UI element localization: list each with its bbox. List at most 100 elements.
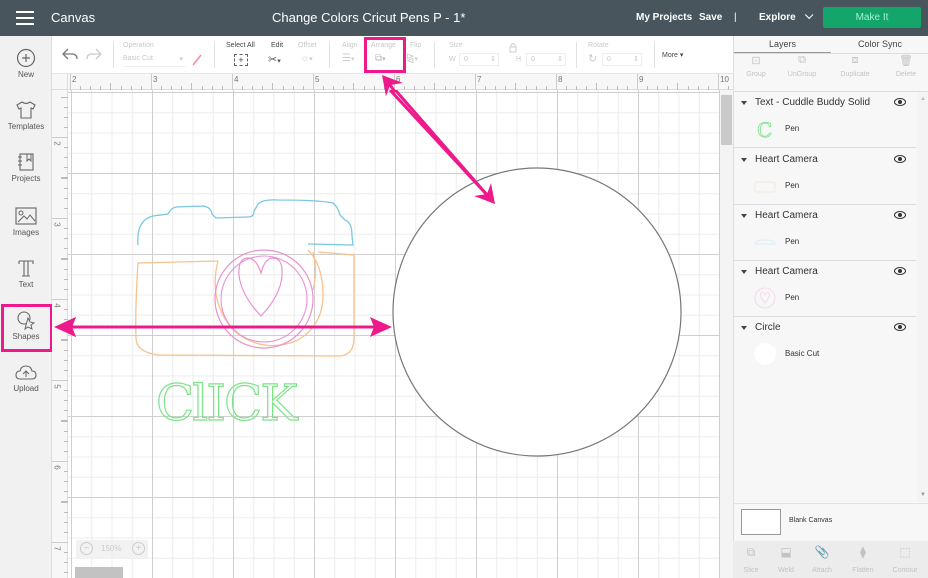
- zoom-out-button[interactable]: −: [80, 542, 93, 555]
- save-button[interactable]: Save: [699, 12, 722, 23]
- undo-icon[interactable]: [62, 47, 78, 61]
- ruler-minor-tick: [272, 83, 274, 90]
- offset-label: Offset: [298, 42, 317, 49]
- sidebar-item-new[interactable]: New: [0, 48, 52, 79]
- duplicate-icon: ⧈: [851, 54, 859, 66]
- offset-button[interactable]: ☼▾: [300, 53, 313, 64]
- operation-select[interactable]: Basic Cut ▾: [123, 55, 185, 67]
- sidebar-item-images[interactable]: Images: [0, 206, 52, 237]
- eye-icon[interactable]: [894, 155, 906, 163]
- caret-down-icon[interactable]: [741, 158, 747, 162]
- layer-item[interactable]: Heart Camera Pen: [734, 205, 916, 261]
- layer-item[interactable]: Circle Basic Cut: [734, 317, 916, 373]
- align-button[interactable]: ☰▾: [342, 53, 354, 64]
- layer-thumbnail-camera-top: [754, 239, 776, 245]
- weld-button[interactable]: Weld: [768, 567, 804, 574]
- eye-icon[interactable]: [894, 323, 906, 331]
- redo-icon[interactable]: [86, 47, 102, 61]
- notebook-icon: [18, 153, 34, 171]
- width-label: W: [449, 56, 456, 63]
- layer-name: Heart Camera: [755, 266, 818, 277]
- sidebar-item-label: Text: [18, 280, 34, 289]
- eye-icon[interactable]: [894, 98, 906, 106]
- sidebar-item-templates[interactable]: Templates: [0, 100, 52, 131]
- lock-icon[interactable]: [509, 43, 517, 53]
- edit-label: Edit: [271, 42, 284, 49]
- design-canvas[interactable]: ClICK: [68, 90, 720, 578]
- ruler-tick-label: 2: [72, 75, 77, 84]
- app-title: Canvas: [51, 10, 96, 25]
- camera-top-shape: [137, 199, 354, 246]
- arrange-highlight-box: [364, 37, 406, 73]
- more-label: More: [662, 52, 678, 59]
- layers-scrollbar[interactable]: ▲ ▼: [917, 92, 928, 502]
- caret-down-icon[interactable]: [741, 326, 747, 330]
- ruler-tick-label: 5: [52, 384, 62, 389]
- caret-down-icon[interactable]: [741, 101, 747, 105]
- attach-button[interactable]: Attach: [804, 567, 840, 574]
- blank-canvas-swatch[interactable]: [741, 509, 781, 535]
- layer-item[interactable]: Text - Cuddle Buddy Solid C Pen: [734, 92, 916, 148]
- layer-item[interactable]: Heart Camera Pen: [734, 261, 916, 317]
- pen-color-swatch-icon[interactable]: [192, 54, 202, 66]
- select-all-label: Select All: [226, 42, 255, 49]
- rotate-input[interactable]: 0 ⇕: [602, 53, 642, 66]
- tab-layers[interactable]: Layers: [769, 39, 796, 49]
- menu-icon[interactable]: [16, 11, 34, 25]
- ruler-major-tick: [556, 74, 557, 90]
- layer-name: Circle: [755, 322, 781, 333]
- select-all-button[interactable]: +: [234, 54, 248, 66]
- group-button[interactable]: ⊡ Group: [734, 54, 778, 78]
- zoom-in-button[interactable]: +: [132, 542, 145, 555]
- stepper-icon[interactable]: ⇕: [490, 54, 496, 65]
- eye-icon[interactable]: [894, 267, 906, 275]
- scroll-down-icon[interactable]: ▼: [920, 492, 926, 498]
- flip-button[interactable]: ⧎▾: [406, 53, 418, 64]
- canvas-vertical-scrollbar[interactable]: [721, 95, 732, 145]
- tab-color-sync[interactable]: Color Sync: [858, 39, 902, 49]
- flatten-button[interactable]: Flatten: [845, 567, 881, 574]
- layer-name: Heart Camera: [755, 210, 818, 221]
- sidebar-item-upload[interactable]: Upload: [0, 364, 52, 393]
- rotate-icon: ↻: [588, 53, 598, 65]
- caret-down-icon[interactable]: [741, 270, 747, 274]
- operation-value: Basic Cut: [123, 55, 153, 62]
- ruler-minor-tick: [110, 83, 112, 90]
- rotate-value: 0: [607, 56, 611, 63]
- duplicate-button[interactable]: ⧈ Duplicate: [833, 54, 877, 78]
- make-it-button[interactable]: Make It: [823, 7, 921, 28]
- contour-button[interactable]: Contour: [887, 567, 923, 574]
- eye-icon[interactable]: [894, 211, 906, 219]
- stepper-icon[interactable]: ⇕: [557, 54, 563, 65]
- horizontal-scrollbar[interactable]: [75, 567, 123, 578]
- my-projects-link[interactable]: My Projects: [636, 12, 692, 23]
- horizontal-ruler: 2 3 4 5 6 7 8 9 10: [52, 74, 790, 90]
- height-input[interactable]: 0 ⇕: [526, 53, 566, 66]
- circle-shape: [392, 167, 682, 457]
- canvas-vertical-scrollbar-track[interactable]: [720, 90, 733, 578]
- ruler-major-tick: [52, 542, 68, 543]
- edit-tools-button[interactable]: ✂▾: [268, 53, 281, 66]
- layer-name: Heart Camera: [755, 154, 818, 165]
- explore-menu[interactable]: Explore: [759, 10, 814, 23]
- ruler-major-tick: [232, 74, 233, 90]
- vertical-ruler: 2 3 4 5 6 7: [52, 90, 68, 578]
- more-menu[interactable]: More ▾: [662, 51, 683, 59]
- ruler-tick-label: 3: [52, 222, 62, 227]
- stepper-icon[interactable]: ⇕: [633, 54, 639, 65]
- slice-button[interactable]: Slice: [733, 567, 769, 574]
- ruler-major-tick: [313, 74, 314, 90]
- layer-operation: Basic Cut: [785, 349, 820, 358]
- width-input[interactable]: 0 ⇕: [459, 53, 499, 66]
- scroll-up-icon[interactable]: ▲: [920, 96, 926, 102]
- align-icon: ☰: [342, 53, 351, 64]
- sidebar-item-projects[interactable]: Projects: [0, 152, 52, 183]
- layer-item[interactable]: Heart Camera Pen: [734, 149, 916, 205]
- caret-down-icon[interactable]: [741, 214, 747, 218]
- layer-operation: Pen: [785, 181, 800, 190]
- ungroup-button[interactable]: ⧉ UnGroup: [780, 54, 824, 78]
- delete-button[interactable]: 🗑 Delete: [884, 54, 928, 78]
- layer-operation: Pen: [785, 293, 800, 302]
- sidebar-item-text[interactable]: Text: [0, 258, 52, 289]
- blank-canvas-label: Blank Canvas: [789, 517, 833, 524]
